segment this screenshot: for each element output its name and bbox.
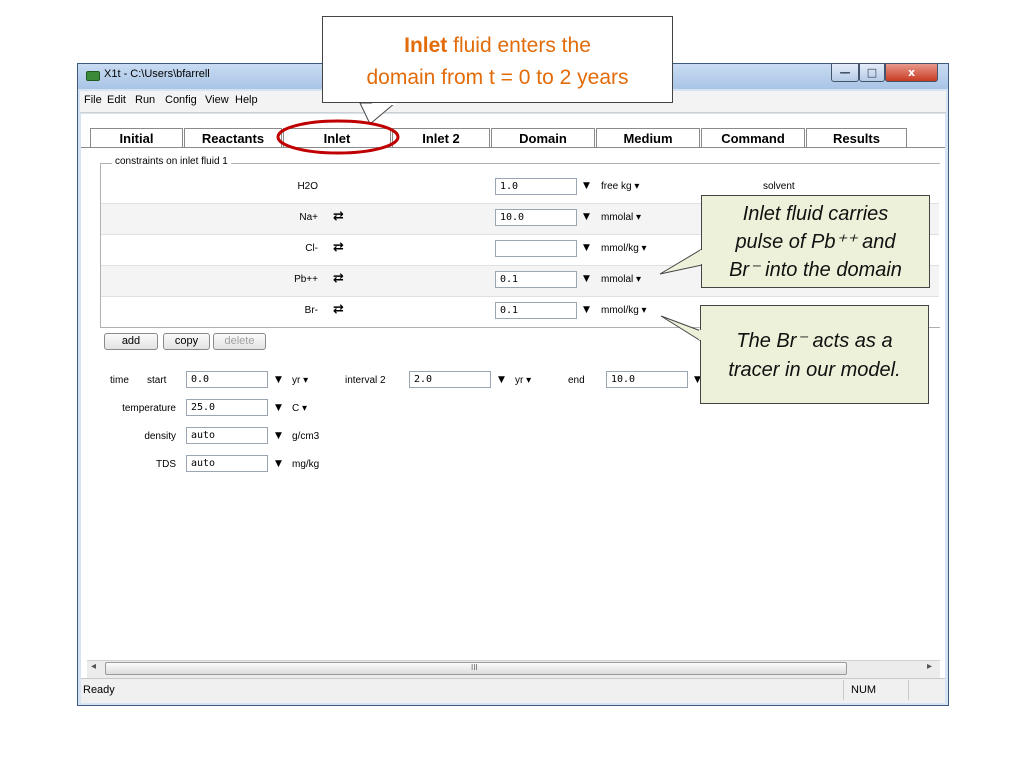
top-callout-line-2: domain from t = 0 to 2 years: [366, 66, 629, 89]
top-callout-line-1: Inlet fluid enters the: [322, 33, 673, 59]
carry-callout-pointer: [659, 248, 703, 275]
tracer-callout: [700, 305, 929, 404]
inlet-tab-highlight: [276, 119, 400, 155]
tracer-callout-line-1: The Br⁻ acts as a: [736, 330, 893, 352]
carry-callout-line-3: Br⁻ into the domain: [729, 259, 902, 281]
tracer-callout-pointer: [660, 315, 702, 342]
top-callout-bold: Inlet: [404, 34, 448, 57]
tracer-callout-line-2: tracer in our model.: [728, 359, 901, 381]
carry-callout-line-1: Inlet fluid carries: [742, 203, 889, 225]
callout-pointer-joint: [372, 103, 396, 105]
carry-callout-line-2: pulse of Pb⁺⁺ and: [735, 231, 896, 253]
top-callout-rest: fluid enters the: [447, 34, 591, 57]
top-callout-pointer: [359, 102, 397, 125]
